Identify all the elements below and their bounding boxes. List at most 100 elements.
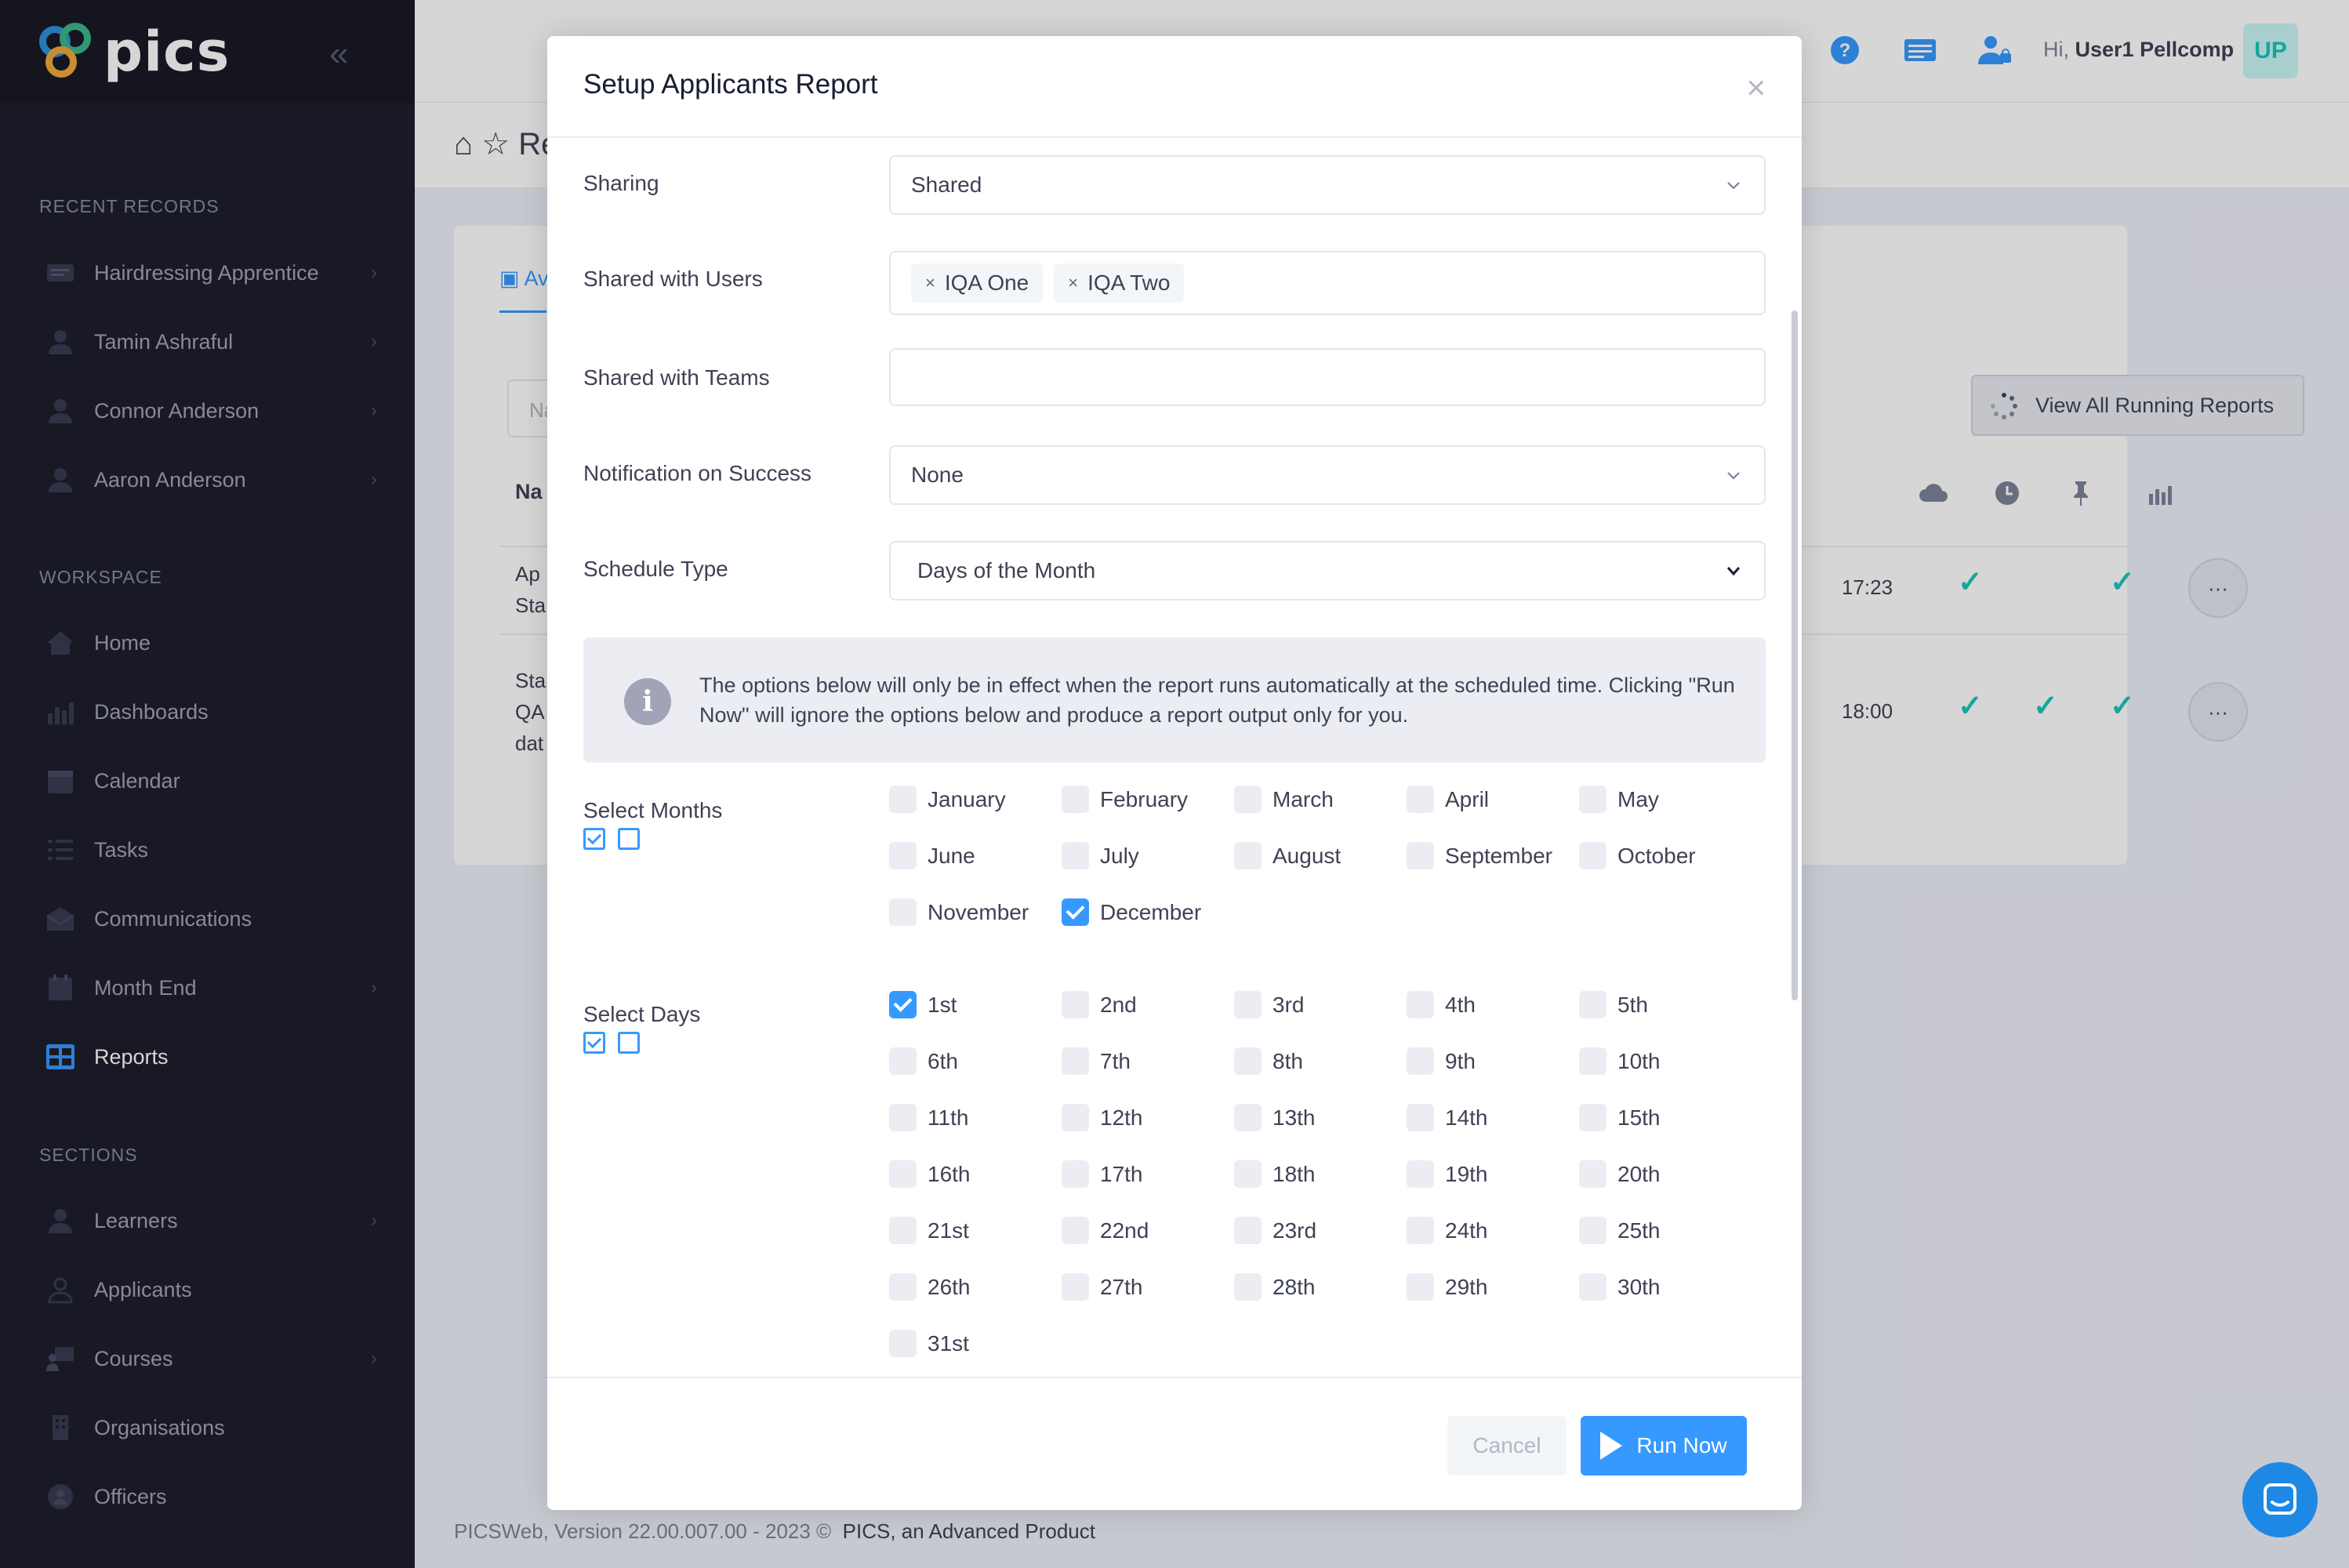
checkbox-box[interactable] [889, 1160, 917, 1188]
checkbox-box[interactable] [1407, 1217, 1434, 1244]
checkbox-box[interactable] [1407, 991, 1434, 1018]
checkbox-box[interactable] [889, 786, 917, 813]
day-checkbox[interactable]: 6th [889, 1047, 958, 1075]
checkbox-box[interactable] [1579, 786, 1607, 813]
checkbox-box[interactable] [1407, 1273, 1434, 1301]
month-checkbox[interactable]: March [1234, 786, 1334, 813]
checkbox-box[interactable] [1062, 786, 1089, 813]
checkbox-box[interactable] [1407, 842, 1434, 869]
month-checkbox[interactable]: May [1579, 786, 1659, 813]
cancel-button[interactable]: Cancel [1447, 1416, 1567, 1475]
month-checkbox[interactable]: February [1062, 786, 1188, 813]
month-checkbox[interactable]: August [1234, 842, 1341, 869]
checkbox-box[interactable] [889, 1047, 917, 1075]
shared-teams-input[interactable] [889, 348, 1766, 406]
day-checkbox[interactable]: 24th [1407, 1217, 1488, 1244]
month-checkbox[interactable]: November [889, 898, 1029, 926]
checkbox-box[interactable] [1579, 1160, 1607, 1188]
checkbox-box[interactable] [1407, 1160, 1434, 1188]
checkbox-box[interactable] [1234, 1047, 1262, 1075]
day-checkbox[interactable]: 5th [1579, 991, 1648, 1018]
month-checkbox[interactable]: April [1407, 786, 1489, 813]
checkbox-box[interactable] [889, 1330, 917, 1357]
day-checkbox[interactable]: 25th [1579, 1217, 1661, 1244]
day-checkbox[interactable]: 27th [1062, 1273, 1143, 1301]
checkbox-box[interactable] [1062, 1217, 1089, 1244]
day-checkbox[interactable]: 15th [1579, 1104, 1661, 1131]
checkbox-box[interactable] [1234, 786, 1262, 813]
day-checkbox[interactable]: 23rd [1234, 1217, 1316, 1244]
checkbox-box[interactable] [1062, 1273, 1089, 1301]
chat-launcher-button[interactable] [2242, 1462, 2318, 1537]
month-checkbox[interactable]: January [889, 786, 1006, 813]
checkbox-box[interactable] [889, 842, 917, 869]
checkbox-box[interactable] [1579, 1047, 1607, 1075]
day-checkbox[interactable]: 31st [889, 1330, 969, 1357]
checkbox-box[interactable] [1234, 1104, 1262, 1131]
close-icon[interactable]: × [1746, 69, 1766, 107]
checkbox-box[interactable] [889, 1104, 917, 1131]
day-checkbox[interactable]: 20th [1579, 1160, 1661, 1188]
day-checkbox[interactable]: 22nd [1062, 1217, 1149, 1244]
checkbox-box[interactable] [1062, 1160, 1089, 1188]
day-checkbox[interactable]: 19th [1407, 1160, 1488, 1188]
day-checkbox[interactable]: 2nd [1062, 991, 1137, 1018]
sharing-select[interactable]: Shared [889, 155, 1766, 215]
checkbox-box[interactable] [889, 1217, 917, 1244]
day-checkbox[interactable]: 17th [1062, 1160, 1143, 1188]
day-checkbox[interactable]: 9th [1407, 1047, 1476, 1075]
day-checkbox[interactable]: 7th [1062, 1047, 1131, 1075]
user-chip-iqa-two[interactable]: × IQA Two [1054, 263, 1185, 303]
deselect-all-days-checkbox[interactable] [618, 1032, 640, 1054]
day-checkbox[interactable]: 28th [1234, 1273, 1316, 1301]
checkbox-box[interactable] [889, 898, 917, 926]
day-checkbox[interactable]: 10th [1579, 1047, 1661, 1075]
schedule-type-select[interactable]: Days of the Month [889, 541, 1766, 601]
checkbox-box[interactable] [1579, 1104, 1607, 1131]
user-chip-iqa-one[interactable]: × IQA One [911, 263, 1044, 303]
day-checkbox[interactable]: 12th [1062, 1104, 1143, 1131]
checkbox-box[interactable] [1062, 898, 1089, 926]
day-checkbox[interactable]: 26th [889, 1273, 971, 1301]
day-checkbox[interactable]: 11th [889, 1104, 968, 1131]
select-all-days-checkbox[interactable] [583, 1032, 605, 1054]
checkbox-box[interactable] [889, 1273, 917, 1301]
checkbox-box[interactable] [889, 991, 917, 1018]
day-checkbox[interactable]: 29th [1407, 1273, 1488, 1301]
checkbox-box[interactable] [1579, 991, 1607, 1018]
day-checkbox[interactable]: 18th [1234, 1160, 1316, 1188]
remove-chip-icon[interactable]: × [1068, 273, 1078, 293]
checkbox-box[interactable] [1062, 991, 1089, 1018]
deselect-all-months-checkbox[interactable] [618, 828, 640, 850]
day-checkbox[interactable]: 21st [889, 1217, 969, 1244]
notification-select[interactable]: None [889, 445, 1766, 505]
day-checkbox[interactable]: 13th [1234, 1104, 1316, 1131]
modal-scrollbar[interactable] [1792, 310, 1798, 1000]
checkbox-box[interactable] [1407, 1104, 1434, 1131]
run-now-button[interactable]: Run Now [1581, 1416, 1747, 1475]
day-checkbox[interactable]: 8th [1234, 1047, 1303, 1075]
checkbox-box[interactable] [1234, 842, 1262, 869]
remove-chip-icon[interactable]: × [925, 273, 935, 293]
day-checkbox[interactable]: 3rd [1234, 991, 1304, 1018]
day-checkbox[interactable]: 1st [889, 991, 957, 1018]
checkbox-box[interactable] [1407, 1047, 1434, 1075]
shared-users-input[interactable]: × IQA One × IQA Two [889, 251, 1766, 315]
month-checkbox[interactable]: June [889, 842, 975, 869]
checkbox-box[interactable] [1234, 1273, 1262, 1301]
checkbox-box[interactable] [1579, 1217, 1607, 1244]
month-checkbox[interactable]: September [1407, 842, 1552, 869]
checkbox-box[interactable] [1234, 1217, 1262, 1244]
month-checkbox[interactable]: October [1579, 842, 1696, 869]
day-checkbox[interactable]: 30th [1579, 1273, 1661, 1301]
checkbox-box[interactable] [1062, 842, 1089, 869]
month-checkbox[interactable]: December [1062, 898, 1201, 926]
checkbox-box[interactable] [1579, 1273, 1607, 1301]
checkbox-box[interactable] [1407, 786, 1434, 813]
checkbox-box[interactable] [1062, 1104, 1089, 1131]
month-checkbox[interactable]: July [1062, 842, 1139, 869]
checkbox-box[interactable] [1234, 991, 1262, 1018]
checkbox-box[interactable] [1579, 842, 1607, 869]
day-checkbox[interactable]: 16th [889, 1160, 971, 1188]
select-all-months-checkbox[interactable] [583, 828, 605, 850]
